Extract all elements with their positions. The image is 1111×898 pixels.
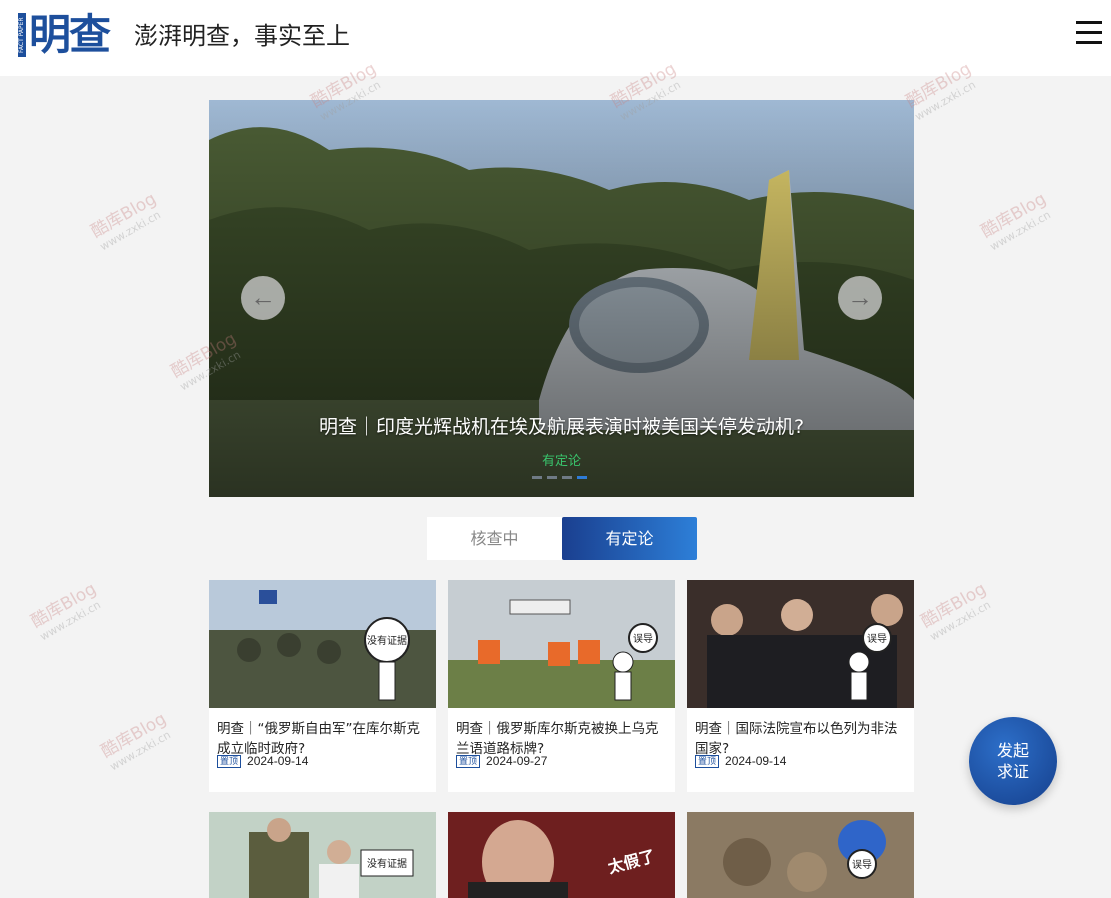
carousel-next-icon[interactable]: →: [838, 276, 882, 320]
slide-status: 有定论: [541, 454, 581, 469]
tab-checking[interactable]: 核查中: [427, 517, 562, 560]
pinned-badge: 置顶: [456, 754, 481, 768]
carousel-dots: [532, 476, 587, 480]
site-slogan: 澎湃明查，事实至上: [134, 22, 350, 50]
card-thumbnail: 没有证据: [209, 580, 436, 708]
article-card[interactable]: 误导: [687, 812, 914, 898]
card-sign-text: 误导: [633, 633, 653, 645]
card-thumbnail: 太假了: [448, 812, 675, 898]
featured-carousel[interactable]: ← → 明查｜印度光辉战机在埃及航展表演时被美国关停发动机? 有定论: [209, 100, 914, 497]
card-meta: 置顶 2024-09-27: [456, 754, 547, 768]
article-card[interactable]: 没有证据 明查｜“俄罗斯自由军”在库尔斯克成立临时政府? 置顶 2024-09-…: [209, 580, 436, 792]
watermark: 酷库Blog www.zxki.cn: [27, 578, 103, 644]
submit-request-button[interactable]: 发起 求证: [969, 717, 1057, 805]
watermark: 酷库Blog www.zxki.cn: [917, 578, 993, 644]
carousel-prev-icon[interactable]: ←: [241, 276, 285, 320]
hamburger-menu-icon[interactable]: [1074, 18, 1104, 46]
card-title[interactable]: 明查｜国际法院宣布以色列为非法国家?: [695, 719, 909, 759]
article-card[interactable]: 太假了: [448, 812, 675, 898]
card-date: 2024-09-14: [247, 754, 309, 768]
card-title[interactable]: 明查｜俄罗斯库尔斯克被换上乌克兰语道路标牌?: [456, 719, 670, 759]
logo-text: 明查: [29, 10, 111, 59]
watermark: 酷库Blog www.zxki.cn: [87, 188, 163, 254]
card-sign-text: 没有证据: [367, 634, 407, 647]
card-sign-text: 没有证据: [367, 857, 407, 870]
top-header: FACT PAPER 明查 澎湃明查，事实至上: [0, 0, 1111, 76]
card-sign-text: 误导: [867, 633, 887, 645]
pinned-badge: 置顶: [695, 754, 720, 768]
pinned-badge: 置顶: [217, 754, 242, 768]
slide-title[interactable]: 明查｜印度光辉战机在埃及航展表演时被美国关停发动机?: [209, 412, 914, 439]
card-meta: 置顶 2024-09-14: [695, 754, 786, 768]
carousel-dot[interactable]: [562, 476, 572, 479]
card-thumbnail: 误导: [687, 580, 914, 708]
carousel-dot-active[interactable]: [577, 476, 587, 479]
card-thumbnail: 误导: [448, 580, 675, 708]
article-card[interactable]: 误导 明查｜国际法院宣布以色列为非法国家? 置顶 2024-09-14: [687, 580, 914, 792]
fab-line2: 求证: [996, 762, 1029, 781]
card-sign-text: 误导: [852, 859, 872, 871]
card-thumbnail: 没有证据: [209, 812, 436, 898]
carousel-dot[interactable]: [532, 476, 542, 479]
tab-concluded[interactable]: 有定论: [562, 517, 697, 560]
fab-line1: 发起: [996, 741, 1029, 760]
card-meta: 置顶 2024-09-14: [217, 754, 308, 768]
card-date: 2024-09-27: [486, 754, 548, 768]
site-logo[interactable]: FACT PAPER 明查: [18, 10, 111, 59]
logo-side-text: FACT PAPER: [18, 12, 26, 57]
watermark: 酷库Blog www.zxki.cn: [977, 188, 1053, 254]
article-card[interactable]: 误导 明查｜俄罗斯库尔斯克被换上乌克兰语道路标牌? 置顶 2024-09-27: [448, 580, 675, 792]
carousel-dot[interactable]: [547, 476, 557, 479]
status-tabs: 核查中 有定论: [427, 517, 697, 560]
card-thumbnail: 误导: [687, 812, 914, 898]
watermark: 酷库Blog www.zxki.cn: [97, 708, 173, 774]
card-date: 2024-09-14: [725, 754, 787, 768]
card-title[interactable]: 明查｜“俄罗斯自由军”在库尔斯克成立临时政府?: [217, 719, 431, 759]
article-card[interactable]: 没有证据: [209, 812, 436, 898]
